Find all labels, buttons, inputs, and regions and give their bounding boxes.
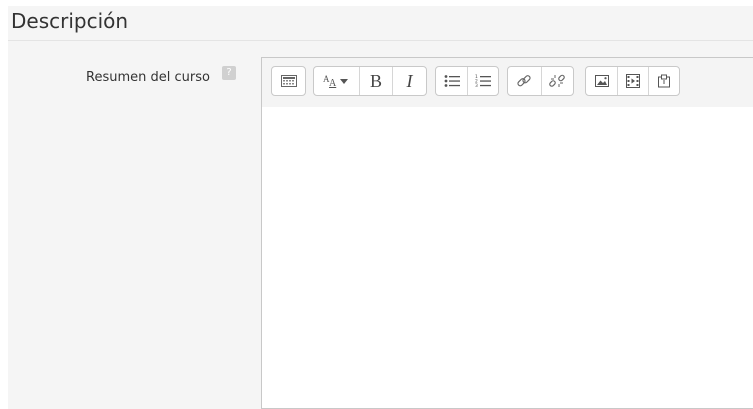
- bold-button[interactable]: B: [359, 67, 392, 95]
- text-style-icon[interactable]: A A: [314, 67, 359, 95]
- image-icon[interactable]: [586, 67, 617, 95]
- toolbar-group-text: A A B I: [313, 66, 427, 96]
- toolbar-group-lists: 1 2 3: [435, 66, 499, 96]
- svg-text:A: A: [329, 78, 337, 88]
- toolbar-group-links: [507, 66, 574, 96]
- show-more-icon[interactable]: [272, 67, 305, 95]
- unlink-icon[interactable]: [540, 67, 574, 95]
- svg-text:3: 3: [475, 83, 478, 88]
- link-icon[interactable]: [508, 67, 541, 95]
- media-icon[interactable]: [617, 67, 648, 95]
- toolbar-group-toggle: [271, 66, 306, 96]
- field-label: Resumen del curso: [86, 70, 210, 85]
- rich-text-editor: A A B I 1 2 3: [261, 57, 753, 409]
- files-icon[interactable]: [648, 67, 679, 95]
- italic-button[interactable]: I: [392, 67, 426, 95]
- legend-divider: [8, 40, 753, 41]
- editor-content-area[interactable]: [262, 107, 753, 408]
- toolbar-group-media: [585, 66, 680, 96]
- help-icon[interactable]: ?: [222, 66, 236, 80]
- editor-toolbar: A A B I 1 2 3: [262, 58, 753, 108]
- section-legend[interactable]: Descripción: [11, 9, 128, 33]
- numbered-list-icon[interactable]: 1 2 3: [467, 67, 498, 95]
- description-fieldset: Descripción Resumen del curso ? A A B I …: [8, 6, 753, 409]
- bullet-list-icon[interactable]: [436, 67, 467, 95]
